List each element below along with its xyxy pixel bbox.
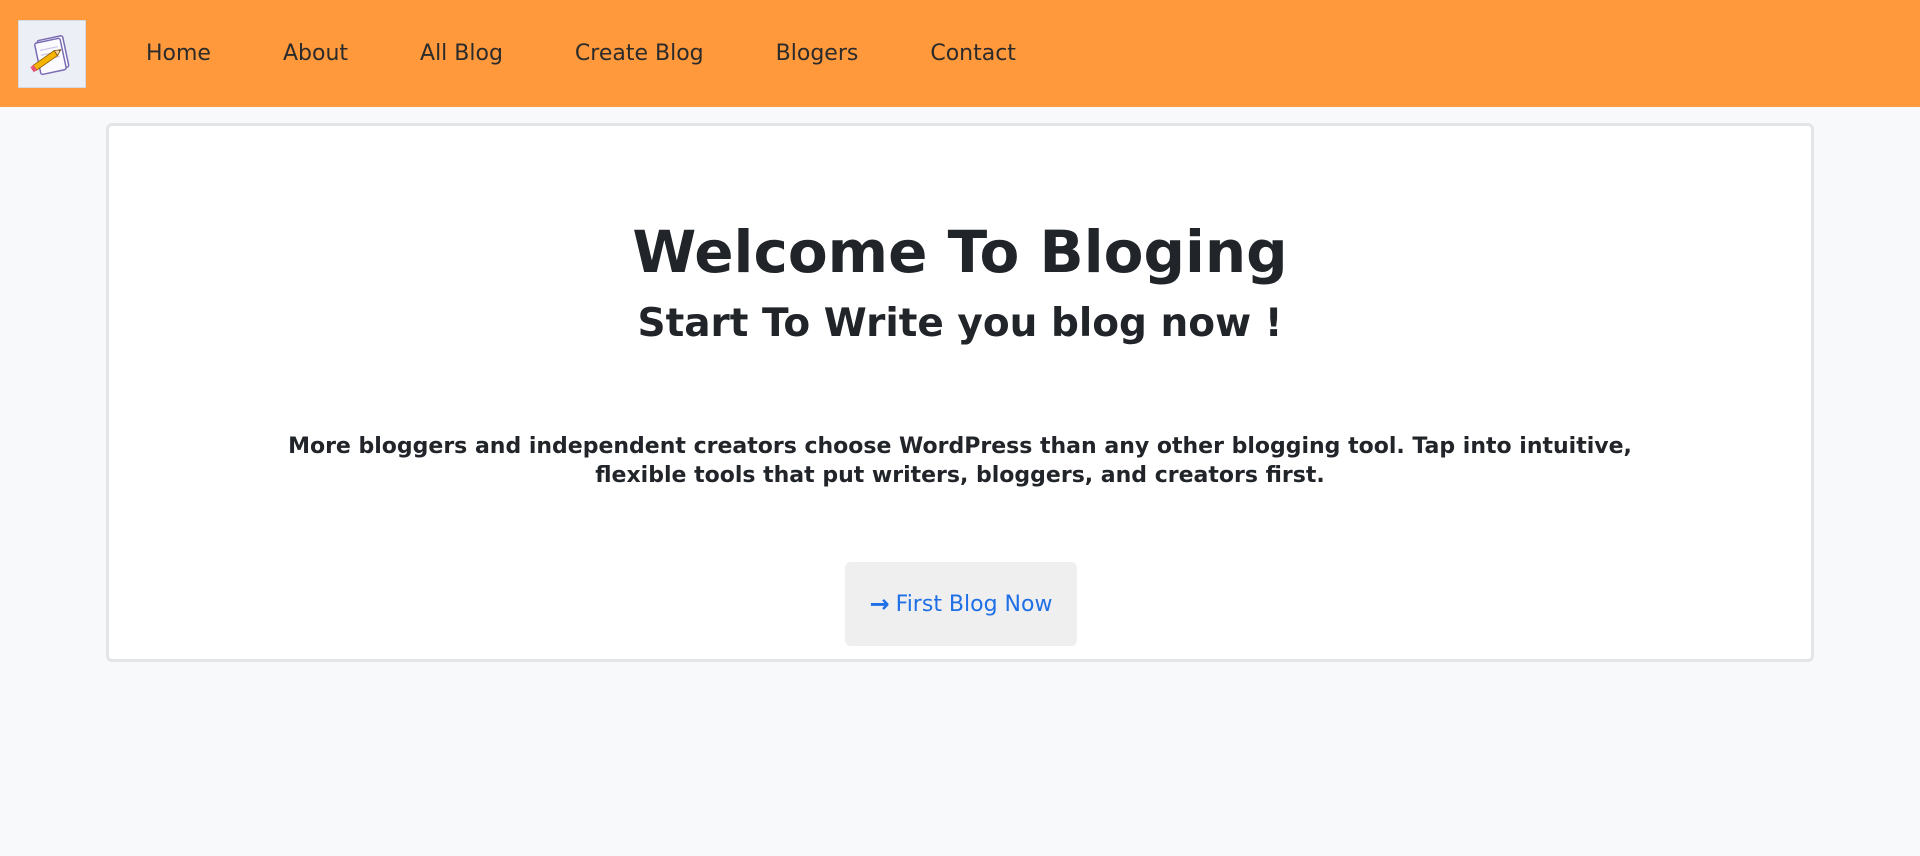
nav-link-about[interactable]: About xyxy=(283,41,348,66)
nav-links: Home About All Blog Create Blog Blogers … xyxy=(146,0,1088,107)
hero-title: Welcome To Bloging xyxy=(632,218,1288,286)
hero-description: More bloggers and independent creators c… xyxy=(288,434,1632,488)
nav-link-blogers[interactable]: Blogers xyxy=(776,41,859,66)
top-navbar: Home About All Blog Create Blog Blogers … xyxy=(0,0,1920,107)
hero-card: Welcome To Bloging Start To Write you bl… xyxy=(106,123,1814,662)
arrow-right-icon: → xyxy=(869,590,890,618)
nav-link-create-blog[interactable]: Create Blog xyxy=(575,41,704,66)
first-blog-button-label: First Blog Now xyxy=(895,591,1053,617)
nav-link-all-blog[interactable]: All Blog xyxy=(420,41,503,66)
nav-link-contact[interactable]: Contact xyxy=(930,41,1016,66)
hero-subtitle: Start To Write you blog now ! xyxy=(637,301,1283,346)
nav-link-home[interactable]: Home xyxy=(146,41,211,66)
first-blog-button[interactable]: → First Blog Now xyxy=(845,562,1077,646)
notepad-pencil-icon xyxy=(30,35,70,76)
site-logo[interactable] xyxy=(18,20,86,88)
